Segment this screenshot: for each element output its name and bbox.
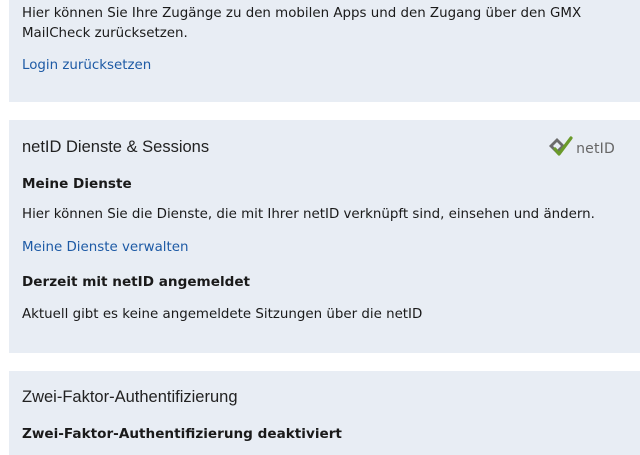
login-reset-link[interactable]: Login zurücksetzen — [22, 56, 151, 76]
netid-logo: netID — [546, 134, 615, 164]
two-factor-card-title: Zwei-Faktor-Authentifizierung — [22, 388, 238, 406]
netid-card-title: netID Dienste & Sessions — [22, 138, 210, 156]
netid-services-card: netID Dienste & Sessions netID Meine Die… — [9, 120, 640, 353]
login-reset-description-line1: Hier können Sie Ihre Zugänge zu den mobi… — [22, 6, 582, 21]
netid-checkmark-logo-icon — [546, 133, 574, 165]
two-factor-status-heading: Zwei-Faktor-Authentifizierung deaktivier… — [22, 426, 342, 442]
netid-logo-text: netID — [576, 141, 615, 157]
login-reset-card: Hier können Sie Ihre Zugänge zu den mobi… — [9, 0, 640, 102]
manage-services-link[interactable]: Meine Dienste verwalten — [22, 238, 189, 258]
my-services-heading: Meine Dienste — [22, 176, 132, 192]
account-settings-page: Hier können Sie Ihre Zugänge zu den mobi… — [0, 0, 640, 455]
my-services-description: Hier können Sie die Dienste, die mit Ihr… — [22, 207, 595, 222]
active-sessions-description: Aktuell gibt es keine angemeldete Sitzun… — [22, 307, 423, 322]
two-factor-card: Zwei-Faktor-Authentifizierung Zwei-Fakto… — [9, 371, 640, 455]
active-sessions-heading: Derzeit mit netID angemeldet — [22, 274, 251, 290]
login-reset-description-line2: MailCheck zurücksetzen. — [22, 26, 188, 41]
